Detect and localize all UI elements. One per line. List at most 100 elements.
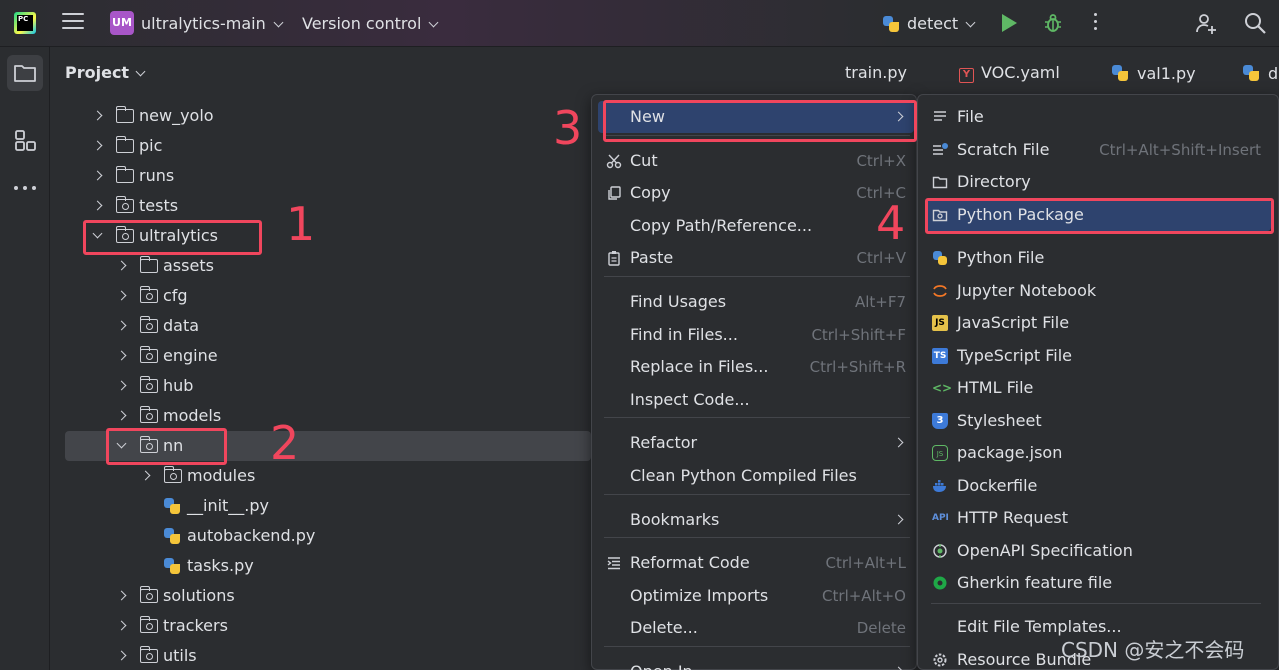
context-menu-item[interactable]: Find in Files... Ctrl+Shift+F xyxy=(598,319,914,351)
chevron-right-icon[interactable] xyxy=(116,650,127,661)
menu-separator xyxy=(604,417,910,418)
context-menu-item[interactable]: Copy Path/Reference... xyxy=(598,210,914,242)
chevron-right-icon[interactable] xyxy=(116,290,127,301)
more-actions-icon[interactable] xyxy=(1093,13,1099,33)
new-submenu-item[interactable]: <> HTML File xyxy=(925,372,1271,404)
chevron-right-icon[interactable] xyxy=(116,380,127,391)
chevron-right-icon[interactable] xyxy=(116,590,127,601)
menu-item-label: Copy xyxy=(630,183,671,202)
chevron-right-icon[interactable] xyxy=(92,140,103,151)
new-submenu-item[interactable]: Gherkin feature file xyxy=(925,567,1271,599)
annotation-box-nn xyxy=(106,428,227,465)
new-submenu-item[interactable]: TS TypeScript File xyxy=(925,340,1271,372)
menu-item-label: Delete... xyxy=(630,618,698,637)
tree-item[interactable]: new_yolo xyxy=(0,101,591,131)
new-submenu-item[interactable]: 3 Stylesheet xyxy=(925,405,1271,437)
context-menu-item[interactable]: Reformat Code Ctrl+Alt+L xyxy=(598,547,914,579)
chevron-down-icon xyxy=(273,17,284,28)
tree-item[interactable]: pic xyxy=(0,131,591,161)
pycharm-logo-icon[interactable]: PC xyxy=(14,12,36,34)
tree-item[interactable]: data xyxy=(0,311,591,341)
new-submenu-item[interactable]: API HTTP Request xyxy=(925,502,1271,534)
context-menu-item[interactable]: Optimize Imports Ctrl+Alt+O xyxy=(598,580,914,612)
chevron-right-icon[interactable] xyxy=(92,200,103,211)
context-menu-item[interactable]: Delete... Delete xyxy=(598,612,914,644)
main-menu-icon[interactable] xyxy=(62,13,84,33)
chevron-right-icon[interactable] xyxy=(92,110,103,121)
context-menu-item[interactable]: Bookmarks xyxy=(598,504,914,536)
tree-item[interactable]: runs xyxy=(0,161,591,191)
menu-item-label: HTTP Request xyxy=(957,508,1069,527)
tab-train-py[interactable]: train.py xyxy=(845,63,907,82)
tree-item[interactable]: tasks.py xyxy=(0,551,591,581)
annotation-box-new xyxy=(603,100,917,142)
new-submenu-item[interactable]: OpenAPI Specification xyxy=(925,535,1271,567)
context-menu-item[interactable]: Find Usages Alt+F7 xyxy=(598,286,914,318)
tree-item[interactable]: autobackend.py xyxy=(0,521,591,551)
context-menu-item[interactable]: Paste Ctrl+V xyxy=(598,242,914,274)
new-submenu-item[interactable]: JS package.json xyxy=(925,437,1271,469)
package-folder-icon xyxy=(139,376,158,393)
tree-item[interactable]: utils xyxy=(0,641,591,670)
tree-item[interactable]: trackers xyxy=(0,611,591,641)
project-tool-button[interactable] xyxy=(7,55,43,91)
chevron-right-icon[interactable] xyxy=(116,620,127,631)
chevron-right-icon[interactable] xyxy=(116,260,127,271)
tree-item[interactable]: engine xyxy=(0,341,591,371)
menu-item-label: Gherkin feature file xyxy=(957,573,1113,592)
chevron-right-icon[interactable] xyxy=(116,350,127,361)
menu-item-label: package.json xyxy=(957,443,1063,462)
tree-item-label: tasks.py xyxy=(187,556,254,575)
vcs-menu[interactable]: Version control xyxy=(302,0,439,47)
tree-item-label: pic xyxy=(139,136,163,155)
search-icon[interactable] xyxy=(1243,11,1267,35)
menu-item-label: Replace in Files... xyxy=(630,357,769,376)
new-submenu-item[interactable]: Directory xyxy=(925,166,1271,198)
context-menu-item[interactable]: Replace in Files... Ctrl+Shift+R xyxy=(598,351,914,383)
tab-val1-py[interactable]: val1.py xyxy=(1112,63,1196,83)
context-menu-item[interactable]: Inspect Code... xyxy=(598,384,914,416)
project-badge[interactable]: UM xyxy=(110,11,134,35)
new-submenu-item[interactable]: Scratch File Ctrl+Alt+Shift+Insert xyxy=(925,134,1271,166)
project-switcher[interactable]: ultralytics-main xyxy=(141,0,284,47)
menu-item-label: Find in Files... xyxy=(630,325,738,344)
new-submenu-item[interactable]: Jupyter Notebook xyxy=(925,275,1271,307)
run-config-selector[interactable]: detect xyxy=(883,0,976,47)
debug-icon[interactable] xyxy=(1044,13,1062,33)
new-submenu-item[interactable]: JS JavaScript File xyxy=(925,307,1271,339)
tree-item-label: __init__.py xyxy=(187,496,270,515)
new-submenu-item[interactable]: File xyxy=(925,101,1271,133)
tree-item[interactable]: __init__.py xyxy=(0,491,591,521)
context-menu-item[interactable]: Cut Ctrl+X xyxy=(598,145,914,177)
menu-item-label: Cut xyxy=(630,151,658,170)
add-user-icon[interactable] xyxy=(1194,12,1218,36)
tree-item-label: assets xyxy=(163,256,214,275)
tree-item[interactable]: hub xyxy=(0,371,591,401)
chevron-right-icon xyxy=(893,666,904,670)
menu-separator xyxy=(604,276,910,277)
new-submenu-item[interactable]: Python File xyxy=(925,242,1271,274)
folder-icon xyxy=(14,65,36,82)
html-icon: <> xyxy=(932,381,953,395)
context-menu-item[interactable]: Open In xyxy=(598,656,914,670)
menu-separator xyxy=(604,537,910,538)
context-menu-item[interactable]: Refactor xyxy=(598,427,914,459)
tree-item[interactable]: cfg xyxy=(0,281,591,311)
run-icon[interactable] xyxy=(1002,14,1017,32)
tree-item[interactable]: assets xyxy=(0,251,591,281)
context-menu-item[interactable]: Clean Python Compiled Files xyxy=(598,460,914,492)
context-menu-item[interactable]: Copy Ctrl+C xyxy=(598,177,914,209)
chevron-right-icon[interactable] xyxy=(92,170,103,181)
tree-item[interactable]: solutions xyxy=(0,581,591,611)
package-folder-icon xyxy=(139,316,158,333)
chevron-right-icon[interactable] xyxy=(140,470,151,481)
tree-item-label: engine xyxy=(163,346,218,365)
tree-item-label: runs xyxy=(139,166,175,185)
project-panel-header[interactable]: Project xyxy=(65,63,146,82)
chevron-right-icon[interactable] xyxy=(116,410,127,421)
new-submenu-item[interactable]: Dockerfile xyxy=(925,470,1271,502)
chevron-right-icon[interactable] xyxy=(116,320,127,331)
chevron-down-icon xyxy=(135,66,146,77)
tab-voc-yaml[interactable]: Y VOC.yaml xyxy=(959,63,1060,83)
tab-truncated[interactable]: d xyxy=(1243,63,1278,83)
